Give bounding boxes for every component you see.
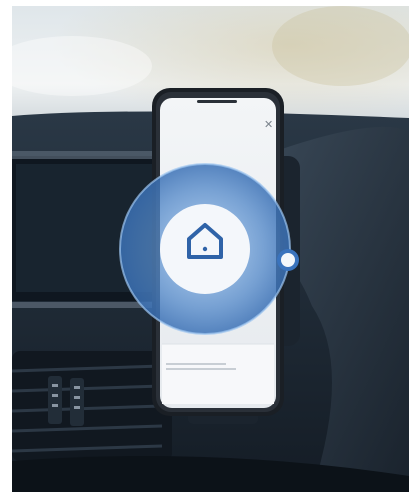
close-icon[interactable]: ✕ [264,118,273,131]
car-photo: ✕ [12,6,409,492]
scene-illustration [12,6,409,492]
